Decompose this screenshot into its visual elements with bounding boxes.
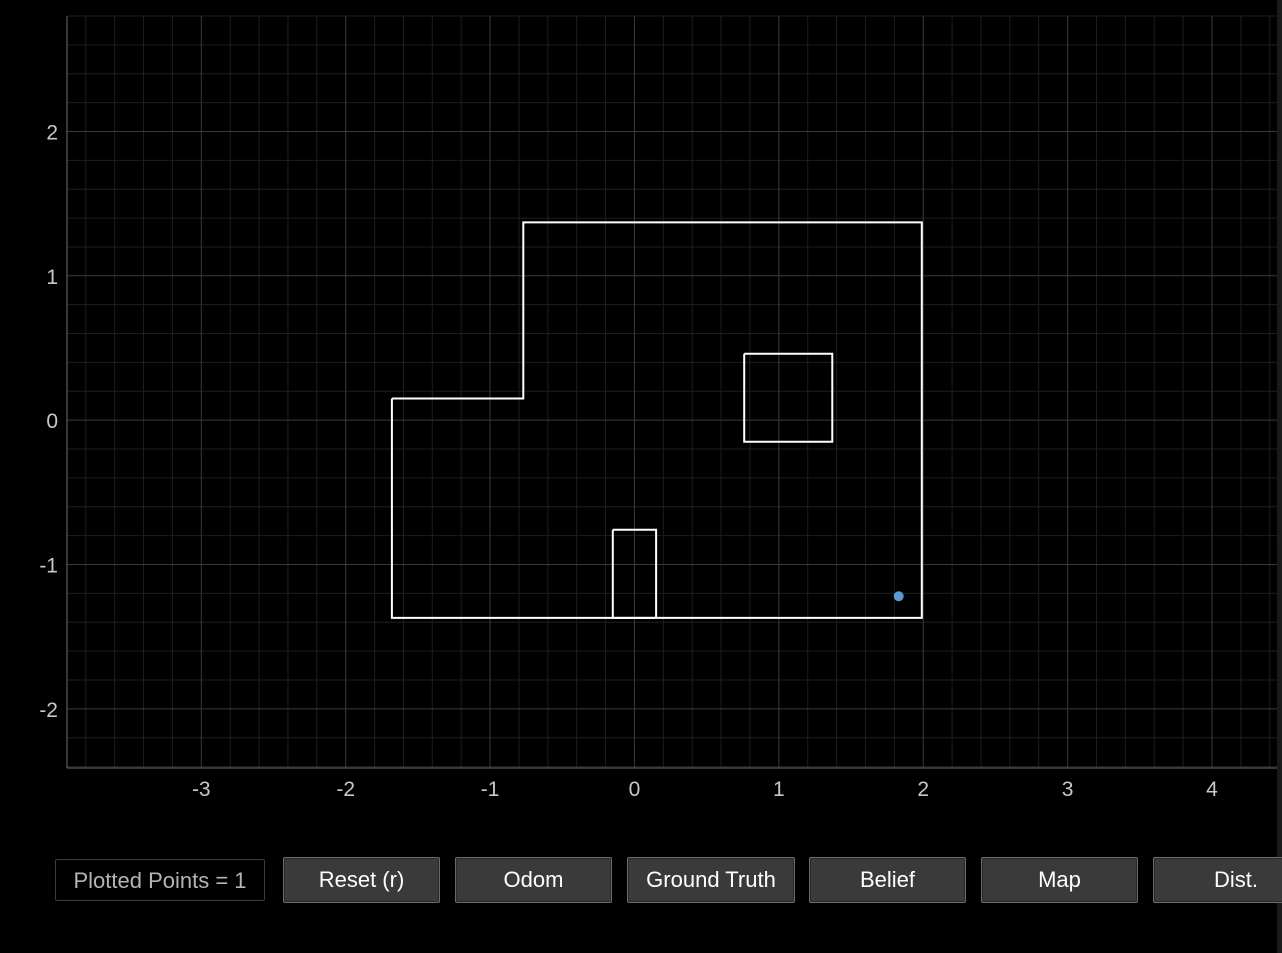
odom-button[interactable]: Odom bbox=[455, 857, 612, 903]
plot-axes bbox=[66, 16, 1277, 769]
plotted-points-status: Plotted Points = 1 bbox=[55, 859, 265, 901]
x-tick-label: 1 bbox=[773, 778, 785, 801]
reset-button[interactable]: Reset (r) bbox=[283, 857, 440, 903]
minor-grid bbox=[67, 15, 1277, 768]
plot-area[interactable]: -3 -2 -1 0 1 2 3 4 2 1 0 -1 -2 bbox=[0, 0, 1282, 830]
dist-button[interactable]: Dist. bbox=[1153, 857, 1282, 903]
x-tick-label: -2 bbox=[336, 778, 355, 801]
y-tick-label: 0 bbox=[46, 410, 58, 433]
y-tick-label: 1 bbox=[46, 266, 58, 289]
major-grid bbox=[67, 16, 1277, 768]
window-edge bbox=[1277, 0, 1282, 953]
x-tick-label: 4 bbox=[1206, 778, 1218, 801]
x-tick-label: -1 bbox=[481, 778, 500, 801]
y-tick-label: 2 bbox=[46, 121, 58, 144]
belief-button[interactable]: Belief bbox=[809, 857, 966, 903]
ground-truth-button[interactable]: Ground Truth bbox=[627, 857, 795, 903]
x-tick-label: -3 bbox=[192, 778, 211, 801]
map-button[interactable]: Map bbox=[981, 857, 1138, 903]
plotted-point bbox=[893, 591, 904, 602]
y-tick-label: -2 bbox=[39, 699, 58, 722]
map-outline bbox=[743, 352, 834, 443]
x-tick-label: 2 bbox=[917, 778, 929, 801]
toolbar: Plotted Points = 1 Reset (r) Odom Ground… bbox=[0, 857, 1282, 905]
x-tick-label: 0 bbox=[629, 778, 641, 801]
plot-window: -3 -2 -1 0 1 2 3 4 2 1 0 -1 -2 Plotted Points = 1 Re… bbox=[0, 0, 1282, 953]
y-tick-label: -1 bbox=[39, 554, 58, 577]
x-tick-label: 3 bbox=[1062, 778, 1074, 801]
points-layer bbox=[893, 591, 904, 602]
